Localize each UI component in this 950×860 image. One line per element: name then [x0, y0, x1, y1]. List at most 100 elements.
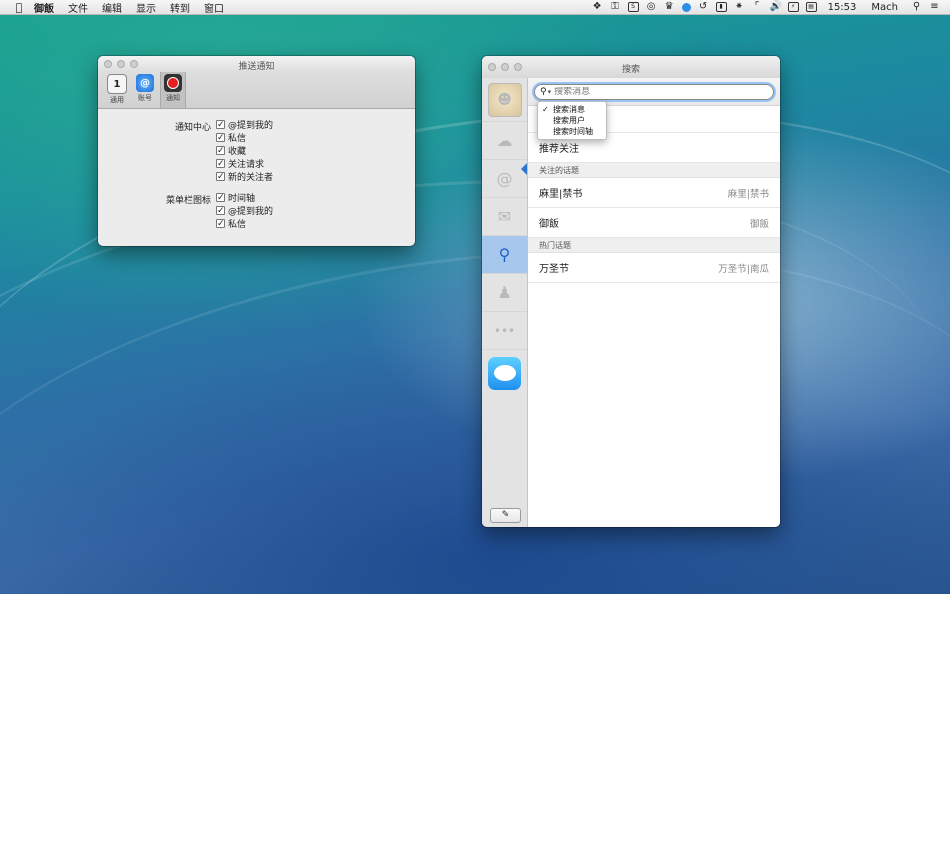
radar-icon[interactable]: ◎	[646, 2, 657, 12]
more-icon: •••	[493, 323, 516, 338]
search-window-title: 搜索	[621, 65, 640, 75]
row-title: 万圣节	[539, 264, 569, 275]
search-titlebar: 搜索	[482, 56, 780, 79]
blue-app-icon[interactable]	[681, 2, 691, 12]
option-label: 新的关注者	[228, 172, 274, 183]
hot-topic-row[interactable]: 万圣节 万圣节|南瓜	[528, 253, 780, 283]
tab-label: 账号	[138, 94, 152, 102]
chevron-down-icon[interactable]: ▾	[548, 88, 552, 96]
avatar[interactable]: ☻	[487, 82, 522, 117]
row-title: 推荐关注	[539, 144, 579, 155]
volume-icon[interactable]: 🔊	[770, 2, 782, 12]
menu-file[interactable]: 文件	[68, 0, 88, 15]
time-machine-icon[interactable]: ↺	[698, 2, 709, 12]
notification-center-icon[interactable]: ≡	[929, 2, 940, 12]
menu-item-search-users[interactable]: 搜索用户	[538, 115, 606, 126]
followed-topics-header: 关注的话题	[528, 163, 780, 178]
tab-notifications[interactable]: 通知	[160, 72, 186, 108]
notification-center-group: 通知中心 ✓ @提到我的 ✓ 私信 ✓ 收藏 ✓ 关注请求 ✓ 新的关注者	[98, 118, 415, 183]
menu-bar:  御飯 文件 编辑 显示 转到 窗口 ❖ ⚿ S ◎ ♛ ↺ ▮ ⁕ ⌜ 🔊 …	[0, 0, 950, 15]
sidebar-item-profile[interactable]: ☻	[482, 78, 527, 122]
menu-user[interactable]: Mach	[871, 2, 898, 13]
battery-box-icon[interactable]: ▮	[715, 2, 727, 12]
general-icon: 1	[107, 74, 127, 94]
checkbox[interactable]: ✓	[216, 132, 225, 142]
menu-edit[interactable]: 编辑	[102, 0, 122, 15]
row-title: 麻里|禁书	[539, 189, 583, 200]
option-dm[interactable]: ✓ 私信	[216, 131, 273, 144]
sf-icon[interactable]: S	[627, 2, 639, 12]
search-icon[interactable]: ⚲	[540, 87, 547, 97]
window-controls	[98, 60, 138, 68]
topic-row[interactable]: 御飯 御飯	[528, 208, 780, 238]
search-window: 搜索 ☻ ☁ @ ✉ ⚲ ♟ ••• ✎ ⚲ ▾ 推荐关注 关注的话题	[482, 56, 780, 527]
sidebar-item-app[interactable]	[482, 350, 527, 396]
checkbox[interactable]: ✓	[216, 192, 225, 202]
checkmark-icon: ✓	[542, 105, 549, 114]
app-menu[interactable]: 御飯	[34, 0, 54, 15]
sidebar-item-messages[interactable]: ✉	[482, 198, 527, 236]
tab-account[interactable]: @ 账号	[132, 72, 158, 108]
minimize-button[interactable]	[117, 60, 125, 68]
window-controls	[482, 63, 522, 71]
menu-item-label: 搜索时间轴	[553, 127, 593, 136]
prefs-window: 推送通知 1 通用 @ 账号 通知 通知中心 ✓ @提到我的 ✓ 私信 ✓ 收藏 ✓ 关…	[98, 56, 415, 246]
search-field[interactable]: ⚲ ▾	[534, 83, 774, 100]
checkbox[interactable]: ✓	[216, 171, 225, 181]
option-mentions[interactable]: ✓ @提到我的	[216, 204, 274, 217]
key-icon[interactable]: ⚿	[610, 2, 621, 12]
calendar-icon[interactable]: ▤	[805, 2, 817, 12]
checkbox[interactable]: ✓	[216, 158, 225, 168]
minimize-button[interactable]	[501, 63, 509, 71]
dropbox-icon[interactable]: ❖	[592, 2, 603, 12]
prefs-toolbar: 1 通用 @ 账号 通知	[98, 72, 415, 109]
checkbox[interactable]: ✓	[216, 145, 225, 155]
sidebar-item-more[interactable]: •••	[482, 312, 527, 350]
close-button[interactable]	[104, 60, 112, 68]
option-new-followers[interactable]: ✓ 新的关注者	[216, 170, 274, 183]
evernote-icon[interactable]: ♛	[664, 2, 675, 12]
spotlight-icon[interactable]: ⚲	[911, 2, 922, 12]
tab-general[interactable]: 1 通用	[104, 72, 130, 108]
wifi-icon[interactable]: ⌜	[752, 2, 763, 12]
menu-item-search-messages[interactable]: ✓ 搜索消息	[538, 104, 606, 115]
option-mentions[interactable]: ✓ @提到我的	[216, 118, 273, 131]
checkbox[interactable]: ✓	[216, 218, 225, 228]
topic-row[interactable]: 麻里|禁书 麻里|禁书	[528, 178, 780, 208]
menu-item-search-timeline[interactable]: 搜索时间轴	[538, 126, 606, 137]
zoom-button[interactable]	[514, 63, 522, 71]
menu-window[interactable]: 窗口	[204, 0, 224, 15]
menu-clock[interactable]: 15:53	[828, 2, 857, 13]
battery-icon[interactable]: ⚡	[787, 2, 799, 12]
at-icon: @	[496, 169, 513, 188]
option-label: 时间轴	[228, 193, 256, 204]
sidebar-item-profile-page[interactable]: ♟	[482, 274, 527, 312]
menu-item-label: 搜索消息	[553, 105, 585, 114]
checkbox[interactable]: ✓	[216, 119, 225, 129]
search-input[interactable]	[554, 86, 745, 97]
option-label: 私信	[228, 219, 247, 230]
option-follow-requests[interactable]: ✓ 关注请求	[216, 157, 273, 170]
close-button[interactable]	[488, 63, 496, 71]
row-detail: 万圣节|南瓜	[718, 263, 769, 275]
menu-view[interactable]: 显示	[136, 0, 156, 15]
tab-label: 通知	[166, 94, 180, 102]
menubar-icon-group: 菜单栏图标 ✓ 时间轴 ✓ @提到我的 ✓ 私信	[98, 191, 415, 230]
option-label: 关注请求	[228, 159, 265, 170]
bluetooth-icon[interactable]: ⁕	[734, 2, 745, 12]
sidebar-item-search[interactable]: ⚲	[482, 236, 527, 274]
zoom-button[interactable]	[130, 60, 138, 68]
menu-go[interactable]: 转到	[170, 0, 190, 15]
compose-button[interactable]: ✎	[490, 508, 521, 523]
apple-menu-icon[interactable]: 	[12, 1, 26, 14]
row-title: 御飯	[539, 219, 559, 230]
checkbox[interactable]: ✓	[216, 205, 225, 215]
sidebar-item-timeline[interactable]: ☁	[482, 122, 527, 160]
tab-label: 通用	[110, 96, 124, 104]
selection-arrow-icon	[521, 163, 527, 175]
option-label: @提到我的	[228, 206, 274, 217]
option-favorites[interactable]: ✓ 收藏	[216, 144, 273, 157]
option-label: 私信	[228, 133, 247, 144]
option-dm[interactable]: ✓ 私信	[216, 217, 273, 230]
option-timeline[interactable]: ✓ 时间轴	[216, 191, 273, 204]
